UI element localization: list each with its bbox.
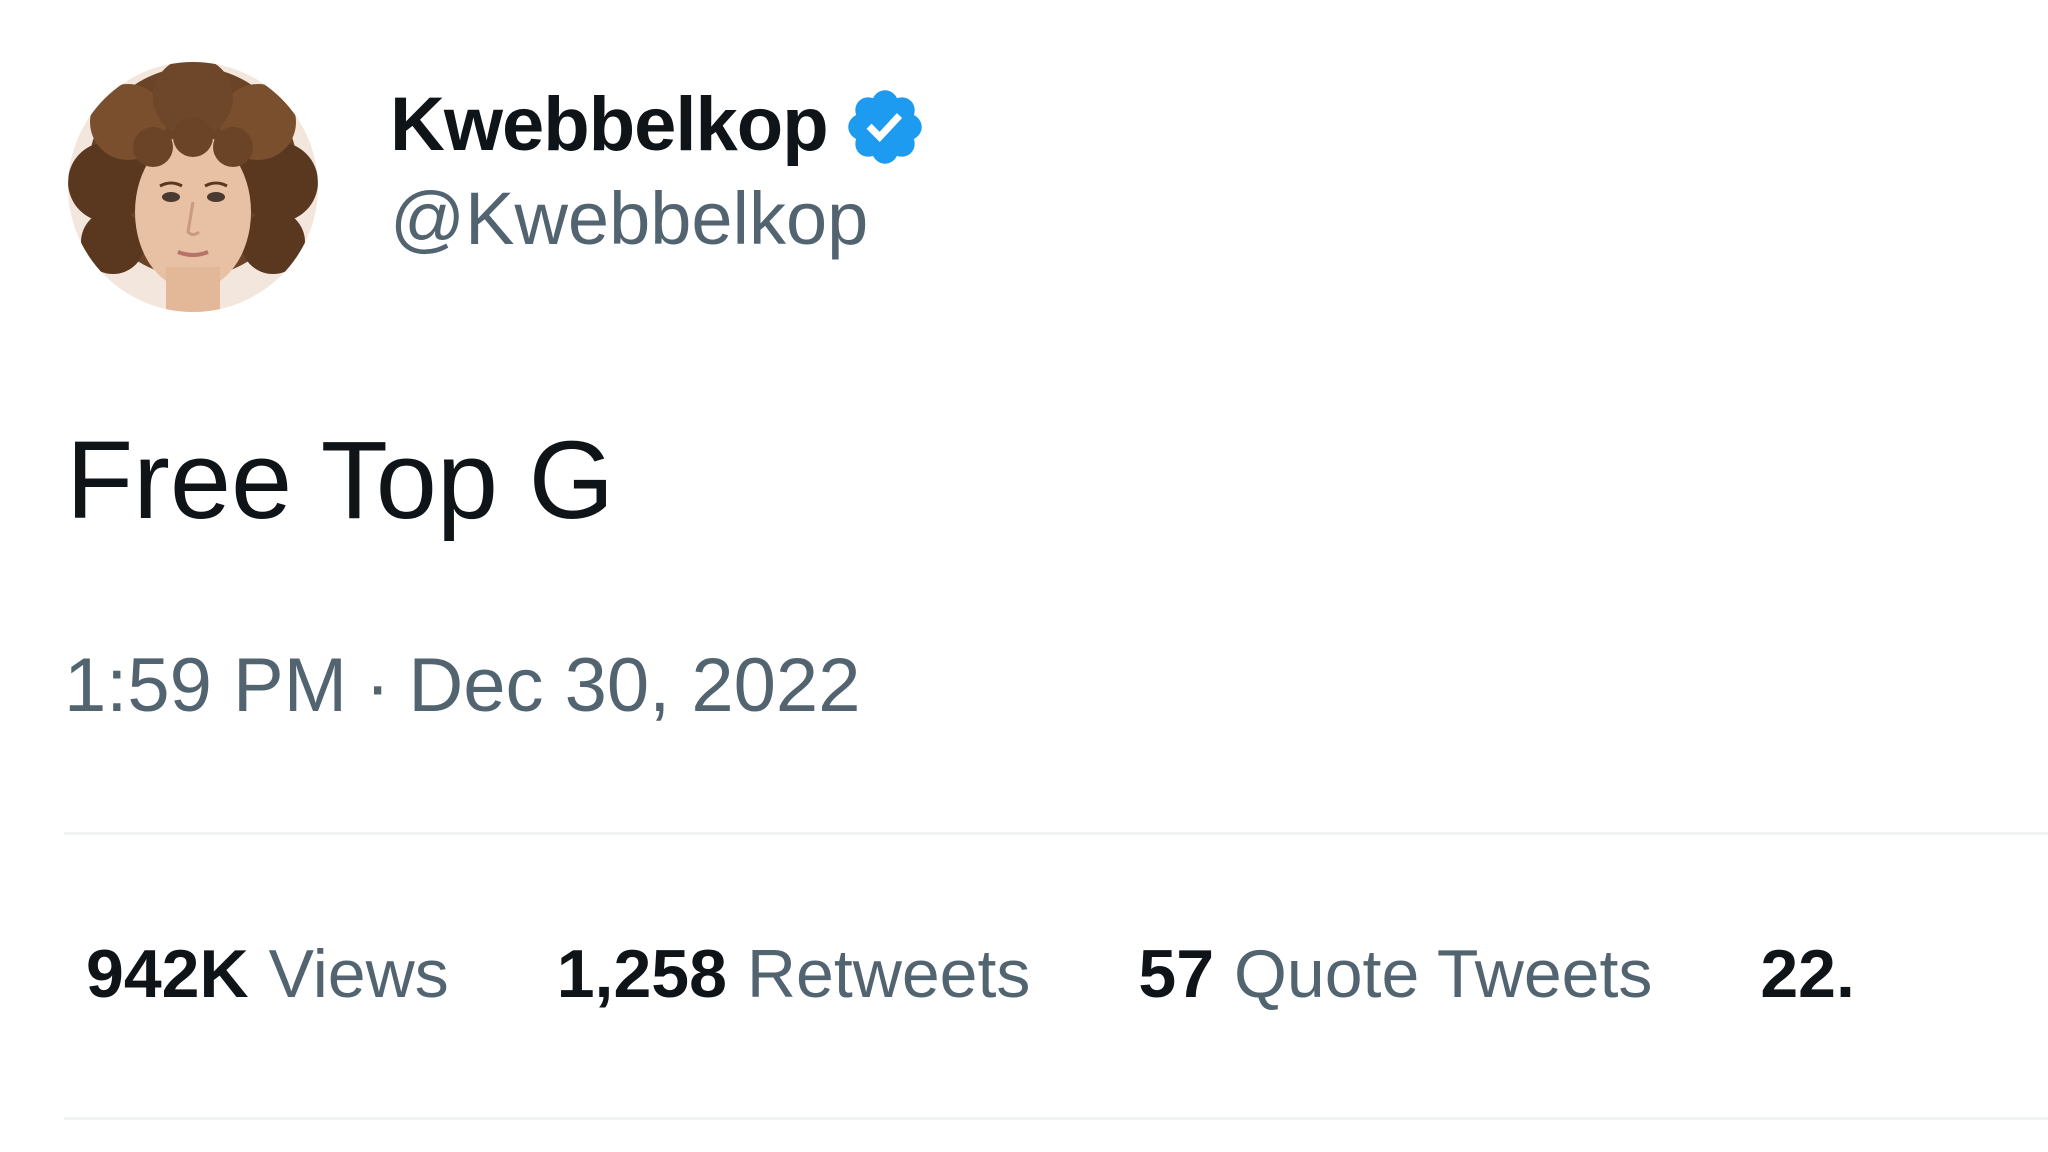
display-name-row: Kwebbelkop xyxy=(390,70,928,180)
tweet-text: Free Top G xyxy=(66,419,615,542)
tweet-timestamp[interactable]: 1:59 PM · Dec 30, 2022 xyxy=(64,648,860,724)
author-avatar[interactable] xyxy=(68,62,318,312)
verified-badge-icon[interactable] xyxy=(842,84,928,170)
author-display-name[interactable]: Kwebbelkop xyxy=(390,87,829,163)
tweet-stats: 942K Views 1,258 Retweets 57 Quote Tweet… xyxy=(86,940,1963,1008)
author-info: Kwebbelkop @Kwebbelkop xyxy=(390,70,928,256)
stat-retweets-label: Retweets xyxy=(746,936,1031,1012)
timestamp-separator: · xyxy=(365,643,391,728)
stat-retweets-count: 1,258 xyxy=(556,936,727,1012)
stat-quote-tweets[interactable]: 57 Quote Tweets xyxy=(1138,940,1652,1008)
stat-likes-count: 22. xyxy=(1760,936,1855,1012)
divider-top xyxy=(64,832,2048,835)
tweet-time[interactable]: 1:59 PM xyxy=(64,643,347,728)
stat-quote-tweets-label: Quote Tweets xyxy=(1234,936,1653,1012)
stat-likes[interactable]: 22. xyxy=(1760,940,1855,1008)
stat-views[interactable]: 942K Views xyxy=(86,940,449,1008)
divider-bottom xyxy=(64,1117,2048,1120)
stat-views-label: Views xyxy=(268,936,449,1012)
tweet-date[interactable]: Dec 30, 2022 xyxy=(408,643,860,728)
stat-quote-tweets-count: 57 xyxy=(1138,936,1215,1012)
avatar-photo-icon xyxy=(68,62,318,312)
tweet-detail: Kwebbelkop @Kwebbelkop Free Top G 1:59 P… xyxy=(0,0,2048,1152)
stat-views-count: 942K xyxy=(86,936,249,1012)
author-handle[interactable]: @Kwebbelkop xyxy=(390,182,928,256)
stat-retweets[interactable]: 1,258 Retweets xyxy=(557,940,1031,1008)
